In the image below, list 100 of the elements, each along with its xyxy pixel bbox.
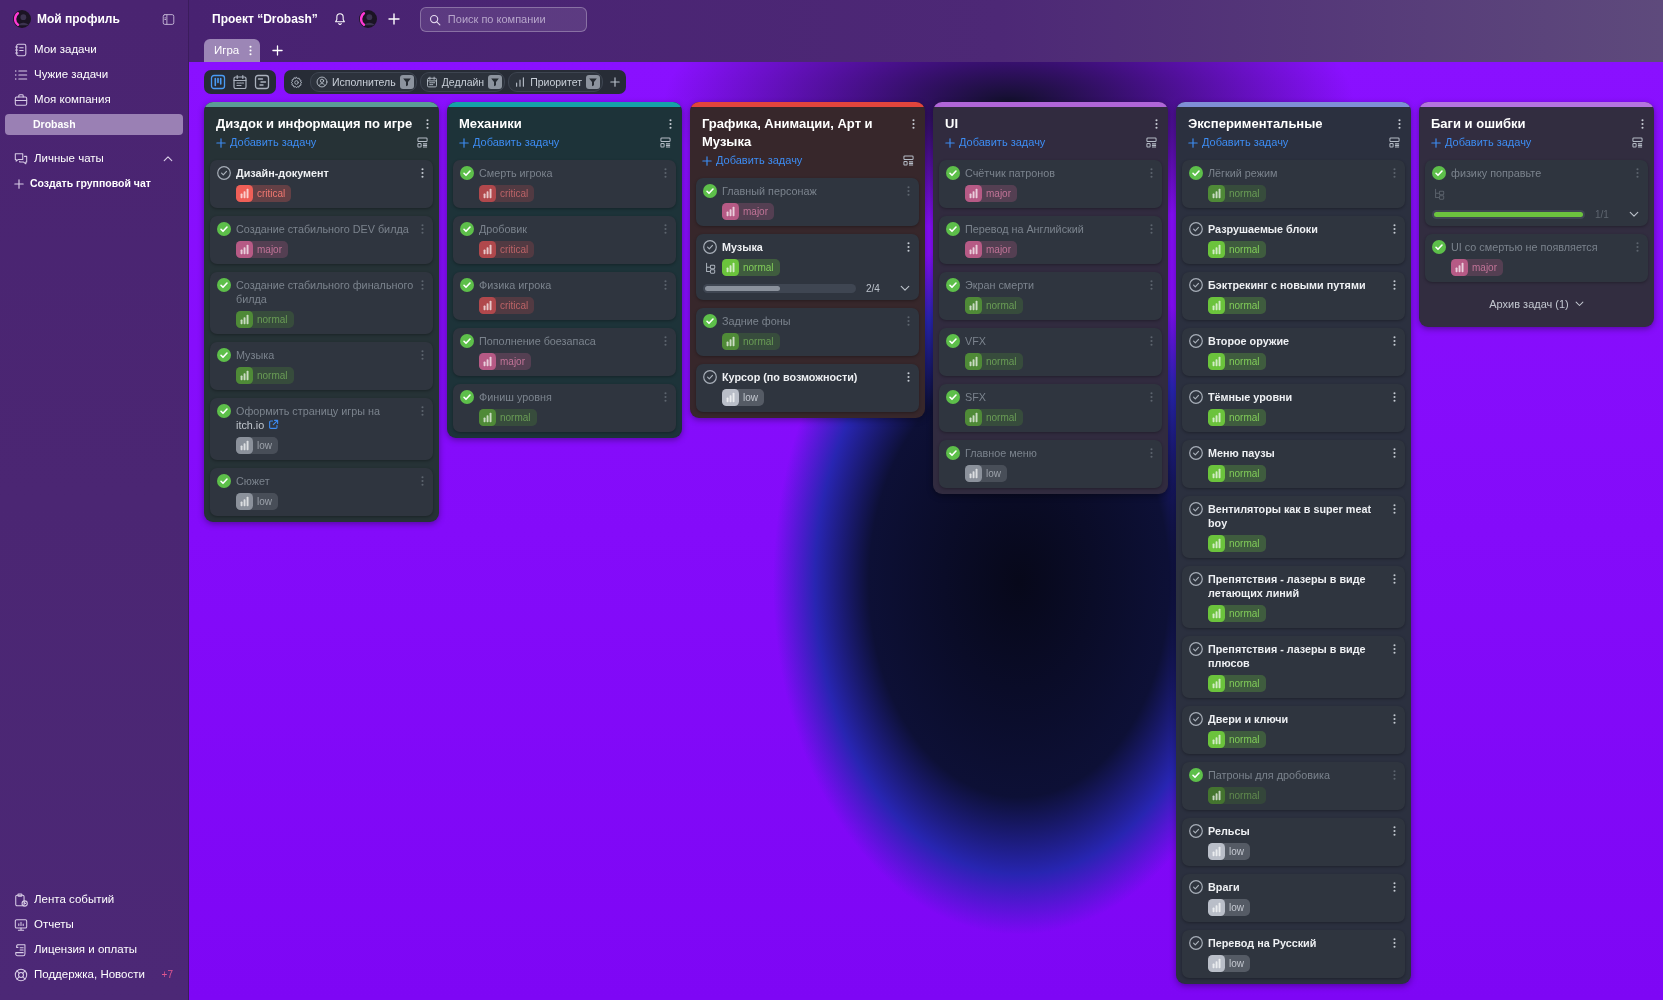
task-card[interactable]: Меню паузы normal (1182, 440, 1405, 488)
more-options-icon[interactable] (669, 118, 672, 130)
task-card[interactable]: Оформить страницу игры на itch.io low (210, 398, 433, 460)
list-layout-icon[interactable] (660, 137, 671, 148)
add-task-link[interactable]: Добавить задачу (945, 134, 1046, 151)
more-options-icon[interactable] (1393, 573, 1396, 585)
filter-icon[interactable] (585, 75, 600, 89)
bell-icon[interactable] (332, 12, 347, 26)
check-circle-icon[interactable] (946, 278, 960, 292)
check-circle-icon[interactable] (217, 348, 231, 362)
task-card[interactable]: Разрушаемые блоки normal (1182, 216, 1405, 264)
check-circle-icon[interactable] (1189, 166, 1203, 180)
filter-chip[interactable]: Приоритет (508, 72, 603, 92)
check-circle-icon[interactable] (460, 166, 474, 180)
check-circle-icon[interactable] (946, 390, 960, 404)
check-circle-icon[interactable] (1189, 880, 1203, 894)
check-circle-icon[interactable] (946, 446, 960, 460)
sidebar-item[interactable]: Лицензия и оплаты (5, 939, 183, 960)
check-circle-icon[interactable] (1432, 166, 1446, 180)
more-options-icon[interactable] (1393, 447, 1396, 459)
sidebar-item[interactable]: Поддержка, Новости +7 (5, 964, 183, 985)
check-circle-icon[interactable] (1189, 572, 1203, 586)
sidebar-item[interactable]: Моя компания (5, 89, 183, 110)
more-options-icon[interactable] (1393, 335, 1396, 347)
check-circle-icon[interactable] (1189, 642, 1203, 656)
chevron-down-icon[interactable] (900, 285, 910, 292)
board-view-icon[interactable] (210, 74, 226, 90)
task-card[interactable]: Перевод на Русский low (1182, 930, 1405, 978)
sidebar-item[interactable]: Мои задачи (5, 39, 183, 60)
task-card[interactable]: Враги low (1182, 874, 1405, 922)
more-options-icon[interactable] (1393, 223, 1396, 235)
check-circle-icon[interactable] (946, 166, 960, 180)
more-options-icon[interactable] (1393, 503, 1396, 515)
check-circle-icon[interactable] (460, 222, 474, 236)
check-circle-icon[interactable] (1189, 768, 1203, 782)
more-options-icon[interactable] (907, 371, 910, 383)
add-task-link[interactable]: Добавить задачу (1431, 134, 1532, 151)
calendar-view-icon[interactable] (232, 74, 248, 90)
check-circle-icon[interactable] (946, 222, 960, 236)
check-circle-icon[interactable] (1189, 390, 1203, 404)
avatar-icon[interactable] (358, 10, 377, 28)
filter-chip[interactable]: Дедлайн (419, 72, 506, 92)
more-options-icon[interactable] (1641, 118, 1644, 130)
task-card[interactable]: Тёмные уровни normal (1182, 384, 1405, 432)
add-task-link[interactable]: Добавить задачу (216, 134, 317, 151)
check-circle-icon[interactable] (1432, 240, 1446, 254)
list-layout-icon[interactable] (1632, 137, 1643, 148)
task-card[interactable]: Рельсы low (1182, 818, 1405, 866)
check-circle-icon[interactable] (1189, 334, 1203, 348)
check-circle-icon[interactable] (703, 184, 717, 198)
filter-icon[interactable] (488, 75, 503, 89)
more-options-icon[interactable] (421, 167, 424, 179)
add-task-link[interactable]: Добавить задачу (1188, 134, 1289, 151)
title-link[interactable]: itch.io (236, 419, 265, 431)
sidebar-toggle-icon[interactable] (162, 12, 175, 26)
check-circle-icon[interactable] (1189, 278, 1203, 292)
task-card[interactable]: Препятствия - лазеры в виде плюсов normal (1182, 636, 1405, 698)
task-card[interactable]: Музыка normal 2/4 (696, 234, 919, 300)
chevron-up-icon[interactable] (163, 155, 173, 162)
more-options-icon[interactable] (907, 241, 910, 253)
check-circle-icon[interactable] (217, 474, 231, 488)
list-layout-icon[interactable] (1146, 137, 1157, 148)
check-circle-icon[interactable] (703, 240, 717, 254)
check-circle-icon[interactable] (1189, 936, 1203, 950)
task-card[interactable]: Бэктрекинг с новыми путями normal (1182, 272, 1405, 320)
check-circle-icon[interactable] (1189, 446, 1203, 460)
external-link-icon[interactable] (268, 419, 280, 430)
task-card[interactable]: Второе оружие normal (1182, 328, 1405, 376)
check-circle-icon[interactable] (1189, 712, 1203, 726)
sidebar-item[interactable]: Лента событий (5, 889, 183, 910)
more-options-icon[interactable] (1393, 643, 1396, 655)
sidebar-item[interactable]: Отчеты (5, 914, 183, 935)
check-circle-icon[interactable] (217, 278, 231, 292)
task-card[interactable]: Препятствия - лазеры в виде летающих линий normal (1182, 566, 1405, 628)
more-options-icon[interactable] (1393, 391, 1396, 403)
check-circle-icon[interactable] (217, 166, 231, 180)
create-chat-link[interactable]: Создать групповой чат (5, 173, 183, 194)
check-circle-icon[interactable] (460, 278, 474, 292)
add-filter-icon[interactable] (609, 77, 620, 87)
check-circle-icon[interactable] (1189, 502, 1203, 516)
add-task-link[interactable]: Добавить задачу (702, 152, 803, 169)
check-circle-icon[interactable] (1189, 222, 1203, 236)
sidebar-item[interactable]: Личные чаты (5, 148, 183, 169)
add-icon[interactable] (387, 13, 400, 25)
task-card[interactable]: Дизайн-документ critical (210, 160, 433, 208)
check-circle-icon[interactable] (217, 222, 231, 236)
task-card[interactable]: Курсор (по возможности) low (696, 364, 919, 412)
filter-icon[interactable] (399, 75, 414, 89)
filter-chip[interactable]: Исполнитель (310, 72, 417, 92)
profile-link[interactable]: Мой профиль (37, 10, 156, 28)
add-task-link[interactable]: Добавить задачу (459, 134, 560, 151)
list-layout-icon[interactable] (903, 155, 914, 166)
more-options-icon[interactable] (1393, 279, 1396, 291)
timeline-view-icon[interactable] (254, 74, 270, 90)
chevron-down-icon[interactable] (1629, 211, 1639, 218)
check-circle-icon[interactable] (460, 334, 474, 348)
add-tab-icon[interactable] (272, 45, 284, 56)
check-circle-icon[interactable] (460, 390, 474, 404)
check-circle-icon[interactable] (703, 370, 717, 384)
more-options-icon[interactable] (1393, 713, 1396, 725)
